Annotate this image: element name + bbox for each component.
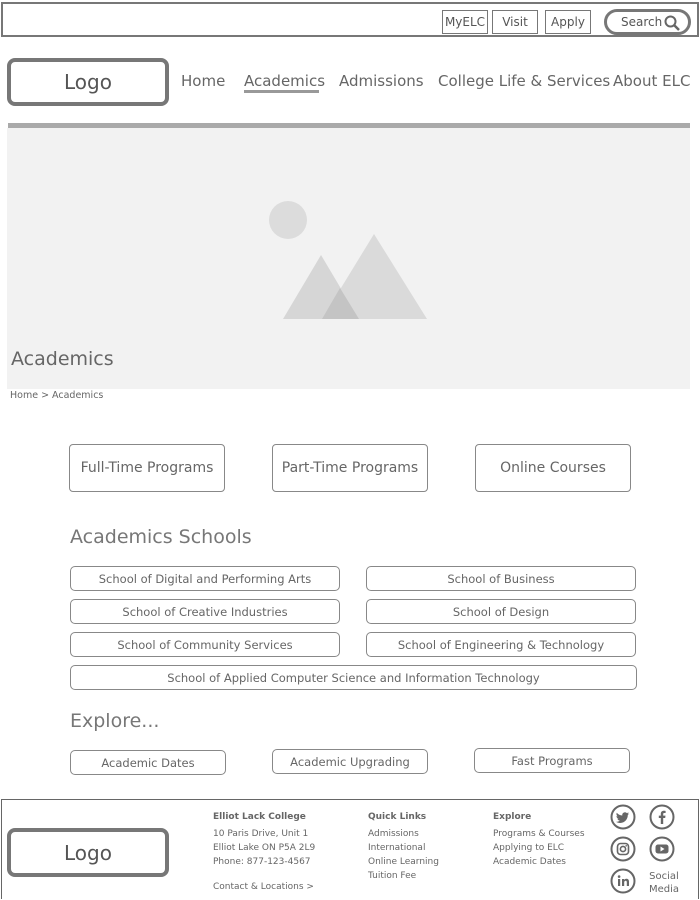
school-button[interactable]: School of Creative Industries [70,599,340,624]
social-media-label: Social Media [648,871,680,895]
school-button[interactable]: School of Business [366,566,636,591]
explore-button[interactable]: Academic Upgrading [272,749,428,774]
page-title: Academics [11,348,114,370]
image-placeholder-icon [269,201,427,319]
school-button[interactable]: School of Community Services [70,632,340,657]
breadcrumb[interactable]: Home > Academics [10,390,103,401]
school-button[interactable]: School of Engineering & Technology [366,632,636,657]
footer-link[interactable]: Admissions [368,827,439,841]
magnifier-icon [664,15,680,31]
explore-button[interactable]: Academic Dates [70,750,226,775]
college-name: Elliot Lack College [213,812,306,822]
linkedin-icon[interactable] [610,868,636,894]
nav-academics[interactable]: Academics [244,72,325,90]
school-button[interactable]: School of Applied Computer Science and I… [70,665,637,690]
apply-button[interactable]: Apply [545,10,591,34]
phone-number: Phone: 877-123-4567 [213,857,311,867]
footer-link[interactable]: Programs & Courses [493,827,585,841]
search-label: Search [621,15,663,29]
myelc-button[interactable]: MyELC [442,10,488,34]
twitter-icon[interactable] [610,804,636,830]
nav-admissions[interactable]: Admissions [339,72,424,90]
footer-link[interactable]: Academic Dates [493,855,585,869]
visit-button[interactable]: Visit [492,10,538,34]
footer-explore: Explore Programs & Courses Applying to E… [493,810,585,869]
full-time-programs-button[interactable]: Full-Time Programs [69,444,225,492]
explore-heading: Explore... [70,710,160,732]
footer-logo[interactable]: Logo [7,828,169,877]
quick-links-heading: Quick Links [368,812,427,822]
hero-banner: Academics [7,128,690,389]
address-line: 10 Paris Drive, Unit 1 [213,829,309,839]
footer-link[interactable]: Applying to ELC [493,841,585,855]
footer-explore-heading: Explore [493,812,532,822]
youtube-icon[interactable] [649,836,675,862]
footer-link[interactable]: International [368,841,439,855]
search-button[interactable]: Search [604,9,691,35]
facebook-icon[interactable] [649,804,675,830]
nav-about[interactable]: About ELC [613,72,690,90]
explore-button[interactable]: Fast Programs [474,748,630,773]
footer-quick-links: Quick Links Admissions International Onl… [368,810,439,883]
footer-link[interactable]: Tuition Fee [368,869,439,883]
nav-home[interactable]: Home [181,72,225,90]
header-logo[interactable]: Logo [7,58,169,106]
contact-link[interactable]: Contact & Locations > [213,880,315,894]
nav-active-indicator [244,90,319,93]
part-time-programs-button[interactable]: Part-Time Programs [272,444,428,492]
footer-college-info: Elliot Lack College 10 Paris Drive, Unit… [213,810,315,894]
address-line: Elliot Lake ON P5A 2L9 [213,843,316,853]
schools-heading: Academics Schools [70,526,252,548]
school-button[interactable]: School of Design [366,599,636,624]
footer-link[interactable]: Online Learning [368,855,439,869]
nav-college-life[interactable]: College Life & Services [438,72,610,90]
instagram-icon[interactable] [610,836,636,862]
utility-bar: MyELC Visit Apply Search [1,2,699,37]
online-courses-button[interactable]: Online Courses [475,444,631,492]
school-button[interactable]: School of Digital and Performing Arts [70,566,340,591]
